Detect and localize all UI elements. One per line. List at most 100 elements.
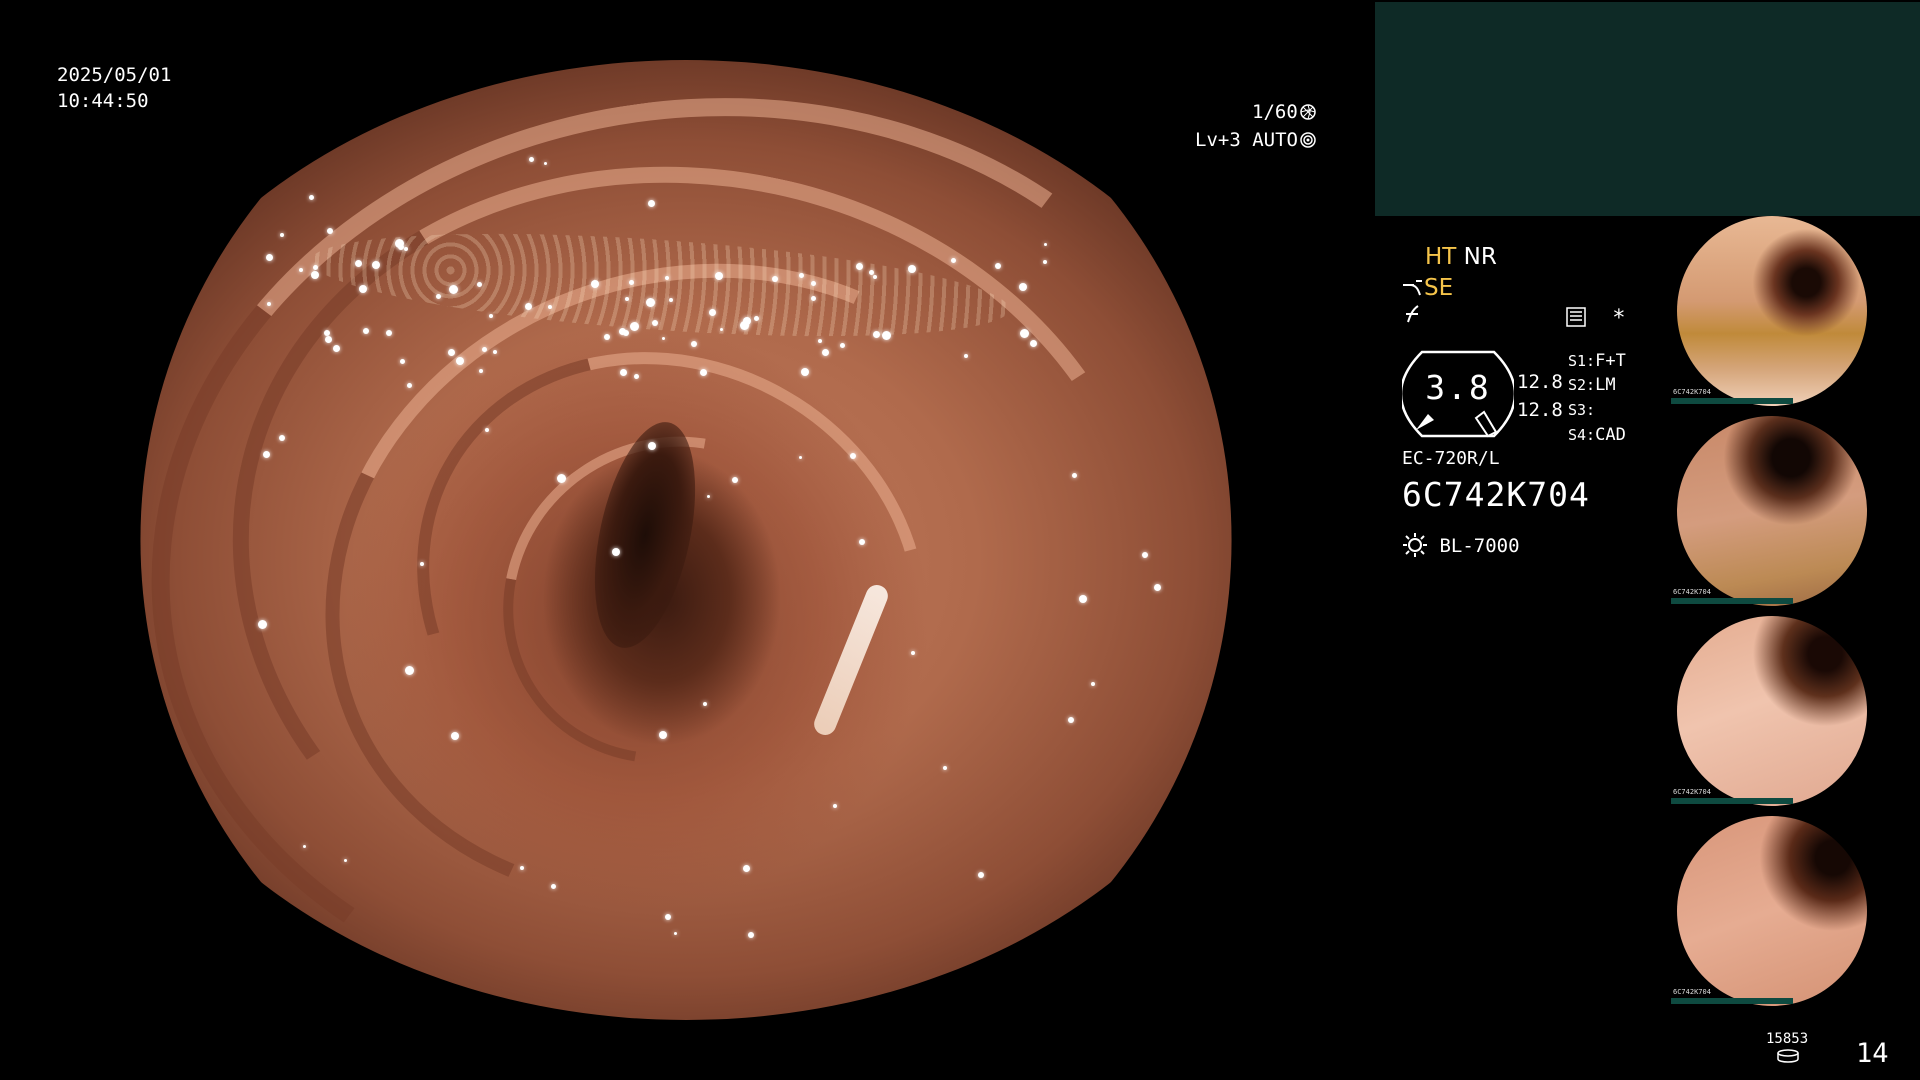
switch-2: S2:LM — [1568, 375, 1616, 395]
specular-highlight — [629, 321, 639, 331]
ht-mode: HT — [1425, 244, 1457, 270]
specular-highlight — [484, 427, 489, 432]
light-source-text: BL-7000 — [1439, 535, 1520, 557]
specular-highlight — [849, 453, 856, 460]
gauge-number-1: 12.8 — [1517, 371, 1563, 393]
thumbnail-bar — [1671, 998, 1793, 1004]
specular-highlight — [742, 864, 750, 872]
specular-highlight — [719, 327, 723, 331]
switch-1: S1:F+T — [1568, 351, 1626, 371]
storage-icon — [1777, 1049, 1799, 1063]
structure-mode: SE — [1402, 274, 1453, 302]
capture-thumbnail[interactable]: 6C742K704 — [1671, 216, 1909, 408]
specular-highlight — [265, 254, 273, 262]
specular-highlight — [943, 765, 948, 770]
capture-thumbnail[interactable]: 6C742K704 — [1671, 616, 1909, 808]
date-text: 2025/05/01 — [57, 64, 172, 86]
page-number: 14 — [1856, 1038, 1889, 1069]
specular-highlight — [312, 264, 318, 270]
specular-highlight — [799, 272, 805, 278]
specular-highlight — [603, 333, 610, 340]
specular-highlight — [362, 327, 369, 334]
specular-highlight — [658, 731, 667, 740]
specular-highlight — [747, 931, 754, 938]
specular-highlight — [1043, 259, 1048, 264]
specular-highlight — [448, 284, 458, 294]
specular-highlight — [839, 342, 845, 348]
specular-highlight — [872, 330, 880, 338]
nr-mode: NR — [1463, 244, 1497, 270]
specular-highlight — [455, 356, 464, 365]
thumbnail-image — [1677, 816, 1867, 1006]
misc-indicators: * — [1565, 306, 1626, 331]
se-mode: SE — [1424, 275, 1454, 301]
specular-highlight — [371, 261, 380, 270]
scope-icon — [1403, 280, 1422, 296]
specular-highlight — [908, 264, 917, 273]
light-source: BL-7000 — [1402, 532, 1520, 559]
specular-highlight — [404, 666, 414, 676]
freeze-indicator — [1402, 304, 1424, 332]
specular-highlight — [1141, 551, 1148, 558]
capture-thumbnail[interactable]: 6C742K704 — [1671, 416, 1909, 608]
specular-highlight — [977, 871, 984, 878]
specular-highlight — [858, 539, 865, 546]
enhancement-modes: HT NR — [1425, 243, 1497, 271]
thumbnail-bar — [1671, 798, 1793, 804]
thumbnail-bar — [1671, 398, 1793, 404]
specular-highlight — [645, 297, 655, 307]
specular-highlight — [963, 353, 968, 358]
thumbnail-bar — [1671, 598, 1793, 604]
specular-highlight — [690, 340, 697, 347]
specular-highlight — [668, 298, 673, 303]
preview-panel — [1375, 2, 1920, 216]
specular-highlight — [708, 309, 716, 317]
specular-highlight — [327, 227, 334, 234]
specular-highlight — [476, 282, 482, 288]
specular-highlight — [1018, 282, 1027, 291]
specular-highlight — [702, 702, 707, 707]
specular-highlight — [611, 547, 620, 556]
scope-serial: 6C742K704 — [1402, 475, 1590, 514]
zoom-value: 3.8 — [1425, 368, 1491, 407]
date-time: 2025/05/01 10:44:50 — [57, 62, 171, 114]
switch-3: S3: — [1568, 401, 1596, 419]
specular-highlight — [590, 280, 599, 289]
thumbnail-image — [1677, 416, 1867, 606]
specular-highlight — [308, 194, 314, 200]
specular-highlight — [647, 441, 656, 450]
capture-thumbnail[interactable]: 6C742K704 — [1671, 816, 1909, 1008]
thumbnail-label: 6C742K704 — [1673, 788, 1711, 796]
specular-highlight — [280, 233, 284, 238]
freeze-icon — [1406, 305, 1419, 323]
info-panel: HT NR SE * 3.8 12.8 12.8 S1:F+T S2:LM S3… — [1390, 240, 1690, 560]
time-text: 10:44:50 — [57, 90, 149, 112]
scope-model: EC-720R/L — [1402, 448, 1500, 469]
light-source-icon — [1403, 533, 1427, 557]
shutter-icon — [1300, 104, 1316, 120]
specular-highlight — [310, 270, 319, 279]
specular-highlight — [731, 477, 738, 484]
specular-highlight — [1154, 583, 1162, 591]
specular-highlight — [651, 319, 658, 326]
asterisk-mark: * — [1612, 306, 1626, 331]
specular-highlight — [810, 296, 816, 301]
iris-level-readout: Lv+3 AUTO — [1195, 127, 1316, 153]
thumbnail-label: 6C742K704 — [1673, 988, 1711, 996]
specular-highlight — [399, 358, 405, 364]
specular-highlight — [481, 346, 487, 352]
thumbnail-label: 6C742K704 — [1673, 388, 1711, 396]
shutter-text: 1/60 — [1252, 101, 1298, 123]
thumbnail-label: 6C742K704 — [1673, 588, 1711, 596]
specular-highlight — [556, 473, 566, 483]
level-text: Lv+3 AUTO — [1195, 129, 1298, 151]
gauge-number-2: 12.8 — [1517, 399, 1563, 421]
thumbnail-image — [1677, 616, 1867, 806]
shutter-readout: 1/60 — [1252, 99, 1316, 125]
specular-highlight — [478, 368, 483, 373]
specular-highlight — [873, 274, 878, 279]
specular-highlight — [714, 272, 723, 281]
endoscope-live-view — [140, 60, 1232, 1020]
switch-4: S4:CAD — [1568, 425, 1626, 445]
image-counter: 15853 — [1766, 1031, 1809, 1047]
